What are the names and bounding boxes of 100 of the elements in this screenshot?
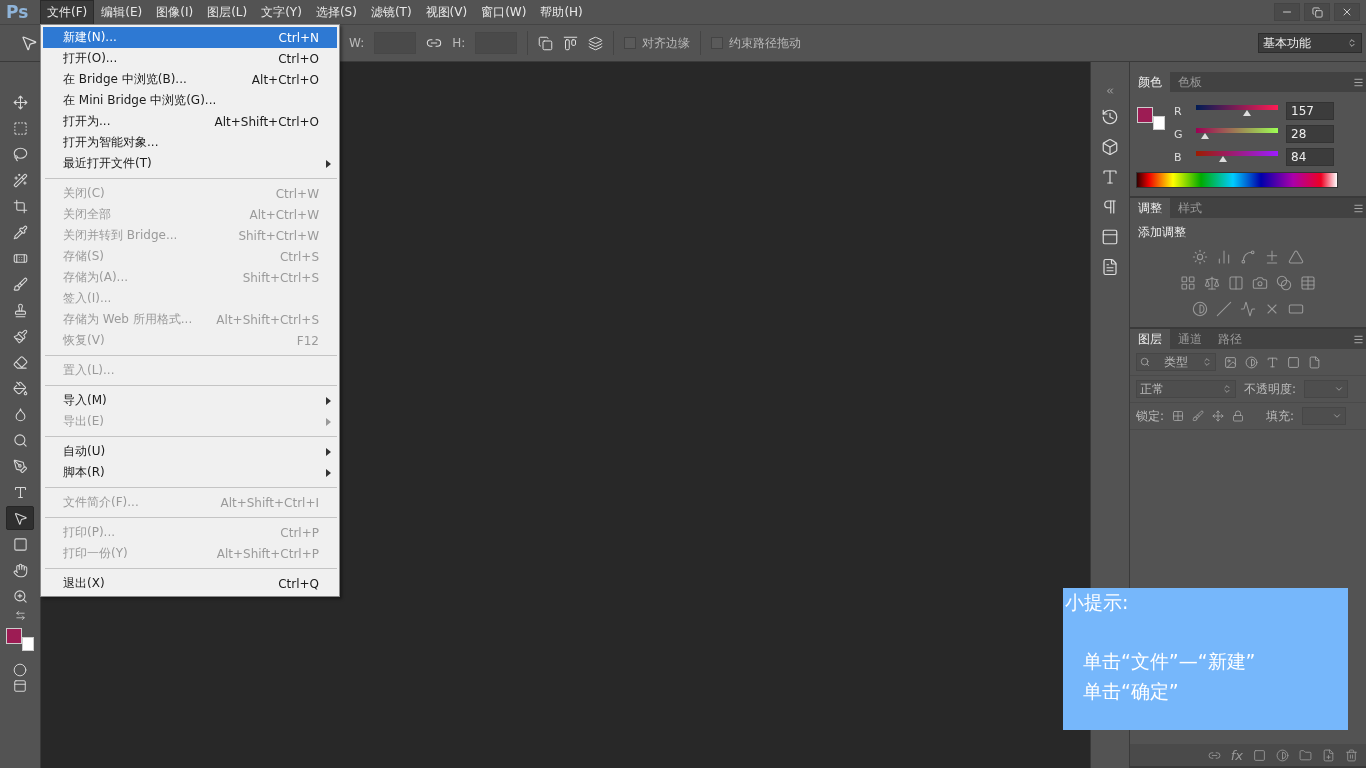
pointer-icon[interactable]: [20, 34, 38, 52]
combine-icon[interactable]: [538, 35, 554, 51]
brush-icon[interactable]: [1192, 410, 1205, 422]
shortcut-label: Ctrl+N: [278, 30, 319, 45]
panel-menu-icon[interactable]: [1353, 202, 1364, 214]
sun-icon[interactable]: [1192, 249, 1208, 265]
circles-icon[interactable]: [1276, 275, 1292, 291]
grid-icon[interactable]: [1180, 275, 1196, 291]
menu-item[interactable]: 打开为智能对象...: [43, 132, 337, 153]
opacity-field[interactable]: [1304, 380, 1349, 398]
shape-icon[interactable]: [1287, 355, 1300, 369]
foreground-color-swatch[interactable]: [1137, 107, 1153, 123]
menu-bar-item[interactable]: 视图(V): [418, 0, 475, 25]
menu-item[interactable]: 打开(O)... Ctrl+O: [43, 48, 337, 69]
menu-item[interactable]: 退出(X) Ctrl+Q: [43, 573, 337, 594]
trash-icon[interactable]: [1345, 748, 1358, 762]
folder-icon[interactable]: [1299, 748, 1312, 762]
zigzag-icon[interactable]: [1240, 301, 1256, 317]
caret-icon: [1334, 384, 1345, 394]
screen-mode-icon[interactable]: [13, 679, 27, 693]
color-spectrum[interactable]: [1136, 172, 1338, 188]
width-label: W:: [349, 36, 365, 50]
menu-bar-item[interactable]: 文件(F): [40, 0, 95, 25]
menu-bar-item[interactable]: 图层(L): [200, 0, 255, 25]
menu-item-label: 导入(M): [63, 392, 108, 409]
slider-thumb[interactable]: [1219, 156, 1228, 162]
columns-icon[interactable]: [1228, 275, 1244, 291]
fill-field[interactable]: [1302, 407, 1347, 425]
bar-chart-icon[interactable]: [1216, 249, 1232, 265]
shortcut-label: Ctrl+P: [280, 525, 319, 540]
slider-thumb[interactable]: [1201, 133, 1209, 139]
table-icon[interactable]: [1300, 275, 1316, 291]
image-icon[interactable]: [1224, 355, 1237, 369]
menu-bar-item[interactable]: 文字(Y): [254, 0, 309, 25]
scale-icon[interactable]: [1204, 275, 1220, 291]
menu-item[interactable]: 自动(U): [43, 441, 337, 462]
restore-button[interactable]: [1304, 3, 1330, 21]
menu-bar-item[interactable]: 编辑(E): [94, 0, 150, 25]
swap-colors-icon[interactable]: [14, 610, 26, 621]
menu-item[interactable]: 打开为... Alt+Shift+Ctrl+O: [43, 111, 337, 132]
channel-label: R: [1174, 104, 1183, 118]
menu-item[interactable]: 新建(N)... Ctrl+N: [43, 27, 337, 48]
menu-item-label: 在 Mini Bridge 中浏览(G)...: [63, 92, 218, 109]
panel-tab[interactable]: 调整: [1130, 198, 1170, 218]
channel-value-field[interactable]: 84: [1286, 148, 1334, 166]
menu-item[interactable]: 脚本(R): [43, 462, 337, 483]
panel-tab[interactable]: 色板: [1170, 72, 1210, 92]
type-icon[interactable]: [1266, 355, 1279, 369]
foreground-color-swatch[interactable]: [6, 628, 22, 644]
rectangle-icon: [12, 536, 28, 552]
notes-icon[interactable]: [1101, 258, 1119, 276]
panel-tab[interactable]: 颜色: [1130, 72, 1170, 92]
menu-item[interactable]: 最近打开文件(T): [43, 153, 337, 174]
new-layer-icon[interactable]: [1322, 748, 1335, 762]
curve-icon[interactable]: [1240, 249, 1256, 265]
tool-button[interactable]: [6, 506, 34, 530]
close-button[interactable]: [1334, 3, 1360, 21]
background-color-swatch[interactable]: [22, 637, 34, 651]
history-icon[interactable]: [1101, 108, 1119, 126]
menu-item[interactable]: 导入(M): [43, 390, 337, 411]
background-color-swatch[interactable]: [1153, 116, 1165, 130]
panel-menu-icon[interactable]: [1353, 76, 1364, 88]
plus-minus-icon[interactable]: [1264, 249, 1280, 265]
file-icon[interactable]: [1308, 355, 1321, 369]
slider-thumb[interactable]: [1242, 110, 1251, 116]
collapse-icon[interactable]: [1105, 86, 1115, 96]
brush-icon: [12, 276, 28, 292]
slash-icon[interactable]: [1216, 301, 1232, 317]
panel-tab[interactable]: 图层: [1130, 329, 1170, 349]
stamp-icon: [12, 302, 28, 318]
checker-icon[interactable]: [1172, 410, 1185, 422]
panel-icon[interactable]: [1101, 228, 1119, 246]
align-icon[interactable]: [563, 35, 579, 51]
contrast-icon[interactable]: [1192, 301, 1208, 317]
triangle-icon[interactable]: [1288, 249, 1304, 265]
menu-item[interactable]: 在 Mini Bridge 中浏览(G)...: [43, 90, 337, 111]
menu-bar-item[interactable]: 图像(I): [149, 0, 201, 25]
menu-bar-item[interactable]: 帮助(H): [533, 0, 590, 25]
panel-tab[interactable]: 样式: [1170, 198, 1210, 218]
menu-item[interactable]: 在 Bridge 中浏览(B)... Alt+Ctrl+O: [43, 69, 337, 90]
workspace-dropdown[interactable]: 基本功能: [1258, 33, 1362, 53]
paragraph-icon[interactable]: [1101, 198, 1119, 216]
lock-icon[interactable]: [1232, 410, 1245, 422]
move-icon[interactable]: [1212, 410, 1225, 422]
arrange-icon[interactable]: [588, 35, 604, 51]
menu-bar-item[interactable]: 选择(S): [308, 0, 364, 25]
panel-tab[interactable]: 通道: [1170, 329, 1210, 349]
box-icon[interactable]: [1101, 138, 1119, 156]
channel-value-field[interactable]: 157: [1286, 102, 1334, 120]
panel-menu-icon[interactable]: [1353, 333, 1364, 345]
half-circle-icon[interactable]: [1245, 355, 1258, 369]
minimize-button[interactable]: [1274, 3, 1300, 21]
blend-mode-dropdown[interactable]: 正常: [1136, 380, 1236, 398]
channel-value-field[interactable]: 28: [1286, 125, 1334, 143]
camera-icon[interactable]: [1252, 275, 1268, 291]
layer-filter-dropdown[interactable]: 类型: [1136, 353, 1216, 371]
menu-bar-item[interactable]: 滤镜(T): [363, 0, 419, 25]
menu-bar-item[interactable]: 窗口(W): [474, 0, 534, 25]
character-icon[interactable]: [1101, 168, 1119, 186]
panel-tab[interactable]: 路径: [1210, 329, 1250, 349]
